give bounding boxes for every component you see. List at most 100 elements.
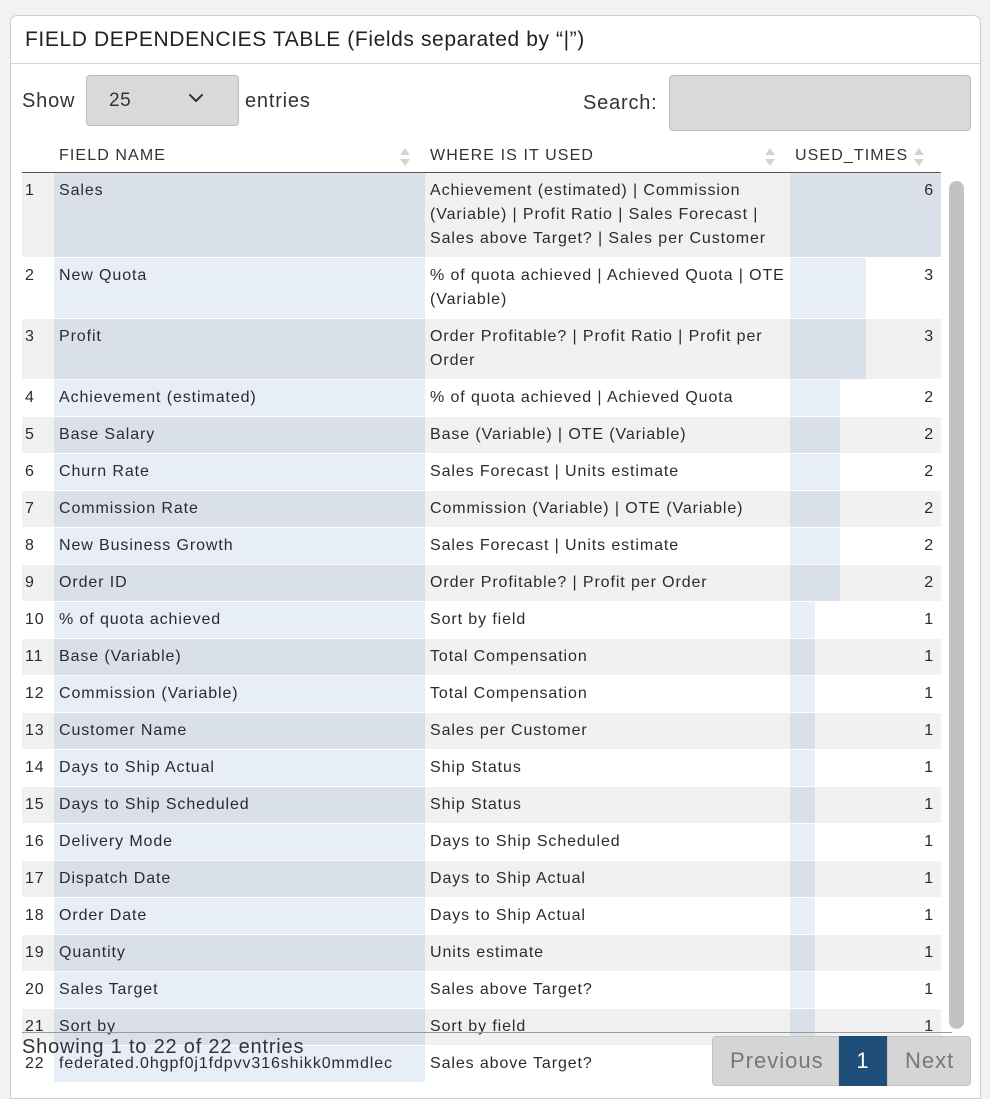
used-times-bar	[790, 860, 816, 897]
row-index: 1	[22, 171, 54, 257]
used-times-cell: 2	[790, 415, 941, 453]
row-index: 10	[22, 600, 54, 638]
used-times-cell: 1	[790, 674, 941, 712]
used-times-value: 1	[924, 684, 934, 702]
used-times-value: 1	[924, 647, 934, 665]
field-name-cell: New Quota	[54, 256, 425, 318]
previous-page-button[interactable]: Previous	[712, 1036, 839, 1086]
used-times-value: 2	[924, 499, 934, 517]
table-row[interactable]: 20 Sales Target Sales above Target? 1	[22, 970, 941, 1008]
table-controls: Show 25 entries Search:	[11, 75, 980, 135]
field-name-cell: Commission (Variable)	[54, 674, 425, 712]
field-name-cell: Sales Target	[54, 970, 425, 1008]
field-name-cell: Order Date	[54, 896, 425, 934]
used-times-cell: 3	[790, 256, 941, 318]
row-index: 16	[22, 822, 54, 860]
table-row[interactable]: 5 Base Salary Base (Variable) | OTE (Varia…	[22, 415, 941, 453]
column-header-label: FIELD NAME	[59, 147, 167, 165]
table-row[interactable]: 18 Order Date Days to Ship Actual 1	[22, 896, 941, 934]
field-name-cell: Dispatch Date	[54, 859, 425, 897]
table-row[interactable]: 13 Customer Name Sales per Customer 1	[22, 711, 941, 749]
table-row[interactable]: 9 Order ID Order Profitable? | Profit per …	[22, 563, 941, 601]
used-times-bar	[790, 527, 841, 564]
page-1-button[interactable]: 1	[839, 1036, 887, 1086]
used-times-cell: 1	[790, 933, 941, 971]
used-times-cell: 1	[790, 822, 941, 860]
search-input[interactable]	[669, 75, 971, 131]
used-times-cell: 1	[790, 859, 941, 897]
used-times-bar	[790, 601, 816, 638]
used-times-bar	[790, 712, 816, 749]
column-header-label: WHERE IS IT USED	[430, 147, 594, 165]
field-dependencies-panel: FIELD DEPENDENCIES TABLE (Fields separat…	[10, 15, 981, 1099]
field-name-cell: New Business Growth	[54, 526, 425, 564]
used-times-bar	[790, 172, 941, 257]
scrollbar-thumb[interactable]	[949, 181, 964, 1029]
table-row[interactable]: 15 Days to Ship Scheduled Ship Status 1	[22, 785, 941, 823]
table-row[interactable]: 1 Sales Achievement (estimated) | Commissi…	[22, 171, 941, 257]
where-used-cell: Base (Variable) | OTE (Variable)	[425, 415, 790, 453]
page-length-value: 25	[109, 90, 132, 111]
where-used-column-header[interactable]: WHERE IS IT USED	[425, 141, 790, 173]
used-times-value: 1	[924, 980, 934, 998]
table-row[interactable]: 16 Delivery Mode Days to Ship Scheduled 1	[22, 822, 941, 860]
row-index: 20	[22, 970, 54, 1008]
table-info: Showing 1 to 22 of 22 entries	[22, 1036, 305, 1058]
used-times-value: 2	[924, 388, 934, 406]
where-used-cell: Sales above Target?	[425, 970, 790, 1008]
used-times-bar	[790, 318, 866, 379]
table-row[interactable]: 3 Profit Order Profitable? | Profit Ratio …	[22, 317, 941, 379]
index-column-header	[22, 141, 54, 173]
table-row[interactable]: 12 Commission (Variable) Total Compensatio…	[22, 674, 941, 712]
field-name-cell: Days to Ship Actual	[54, 748, 425, 786]
table-row[interactable]: 10% of quota achieved Sort by field 1	[22, 600, 941, 638]
used-times-bar	[790, 897, 816, 934]
table-row[interactable]: 8 New Business Growth Sales Forecast | Uni…	[22, 526, 941, 564]
where-used-cell: Ship Status	[425, 785, 790, 823]
table-scrollbar[interactable]	[948, 181, 964, 1029]
used-times-value: 1	[924, 795, 934, 813]
used-times-value: 3	[924, 327, 934, 345]
used-times-cell: 1	[790, 637, 941, 675]
page-length-select[interactable]: 25	[86, 75, 239, 126]
used-times-cell: 1	[790, 600, 941, 638]
used-times-bar	[790, 786, 816, 823]
used-times-column-header[interactable]: USED_TIMES	[790, 141, 941, 173]
row-index: 4	[22, 378, 54, 416]
used-times-bar	[790, 257, 866, 318]
chevron-down-icon	[189, 94, 203, 102]
used-times-bar	[790, 749, 816, 786]
where-used-cell: Sort by field	[425, 600, 790, 638]
table-bottom-divider	[22, 1032, 952, 1033]
used-times-cell: 1	[790, 711, 941, 749]
used-times-cell: 1	[790, 748, 941, 786]
table-row[interactable]: 4 Achievement (estimated)% of quota achie…	[22, 378, 941, 416]
table-row[interactable]: 19 Quantity Units estimate 1	[22, 933, 941, 971]
used-times-value: 1	[924, 906, 934, 924]
table-row[interactable]: 2 New Quota% of quota achieved | Achieved…	[22, 256, 941, 318]
show-label: Show	[22, 90, 76, 112]
where-used-cell: Sales Forecast | Units estimate	[425, 452, 790, 490]
used-times-value: 1	[924, 721, 934, 739]
table-row[interactable]: 17 Dispatch Date Days to Ship Actual 1	[22, 859, 941, 897]
table-row[interactable]: 7 Commission Rate Commission (Variable) | …	[22, 489, 941, 527]
field-name-cell: Base Salary	[54, 415, 425, 453]
where-used-cell: Days to Ship Actual	[425, 859, 790, 897]
sort-icon	[400, 148, 410, 166]
table-row[interactable]: 11 Base (Variable) Total Compensation 1	[22, 637, 941, 675]
where-used-cell: Order Profitable? | Profit Ratio | Profi…	[425, 317, 790, 379]
next-page-button[interactable]: Next	[887, 1036, 971, 1086]
row-index: 13	[22, 711, 54, 749]
table-row[interactable]: 14 Days to Ship Actual Ship Status 1	[22, 748, 941, 786]
where-used-cell: Total Compensation	[425, 674, 790, 712]
row-index: 18	[22, 896, 54, 934]
used-times-bar	[790, 675, 816, 712]
field-name-column-header[interactable]: FIELD NAME	[54, 141, 425, 173]
row-index: 17	[22, 859, 54, 897]
row-index: 8	[22, 526, 54, 564]
table-row[interactable]: 6 Churn Rate Sales Forecast | Units estima…	[22, 452, 941, 490]
field-name-cell: Achievement (estimated)	[54, 378, 425, 416]
used-times-bar	[790, 564, 841, 601]
used-times-cell: 2	[790, 563, 941, 601]
field-name-cell: Sales	[54, 171, 425, 257]
